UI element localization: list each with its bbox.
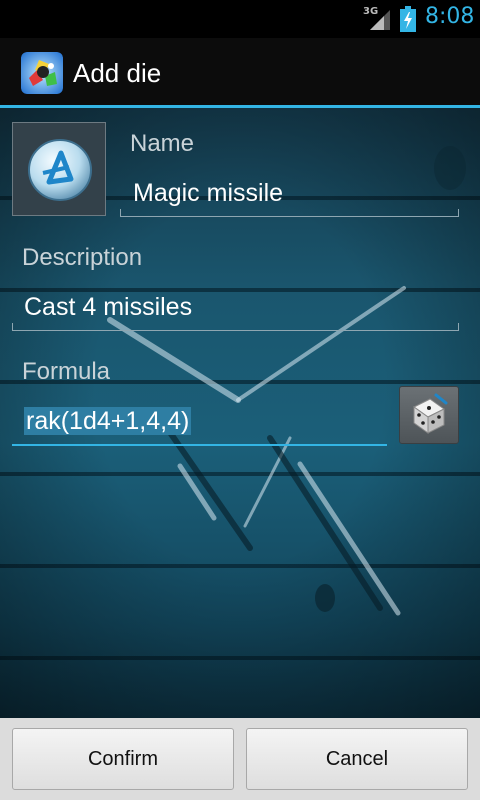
- die-image-button[interactable]: [12, 122, 106, 216]
- roll-dice-button[interactable]: [399, 386, 459, 444]
- form-content: Name Magic missile Description Cast 4 mi…: [0, 108, 480, 718]
- description-underline-right-tick: [458, 323, 459, 330]
- signal-icon: [370, 10, 390, 30]
- description-input[interactable]: Cast 4 missiles: [24, 293, 192, 322]
- name-label: Name: [130, 130, 195, 157]
- dice-icon: [413, 393, 448, 434]
- status-bar: 3G 8:08: [0, 0, 480, 38]
- confirm-button[interactable]: Confirm: [12, 728, 234, 790]
- cancel-button[interactable]: Cancel: [246, 728, 468, 790]
- name-underline-right-tick: [458, 209, 459, 216]
- clock: 8:08: [425, 4, 475, 29]
- name-input[interactable]: Magic missile: [133, 179, 283, 208]
- formula-selected-text: rak(1d4+1,4,4): [24, 407, 192, 435]
- description-underline-left-tick: [12, 323, 13, 330]
- name-input-underline: [120, 216, 459, 217]
- battery-charging-icon: [400, 6, 416, 32]
- formula-input-underline: [12, 444, 387, 446]
- formula-input[interactable]: rak(1d4+1,4,4): [24, 407, 192, 436]
- description-input-underline: [12, 330, 459, 331]
- description-label: Description: [22, 244, 143, 271]
- magic-missile-rune-icon: [28, 139, 92, 201]
- action-bar: Add die: [0, 38, 480, 106]
- page-title: Add die: [73, 58, 162, 88]
- button-bar: Confirm Cancel: [0, 718, 480, 800]
- app-dice-icon[interactable]: [21, 52, 63, 94]
- name-underline-left-tick: [120, 209, 121, 216]
- formula-label: Formula: [22, 358, 111, 385]
